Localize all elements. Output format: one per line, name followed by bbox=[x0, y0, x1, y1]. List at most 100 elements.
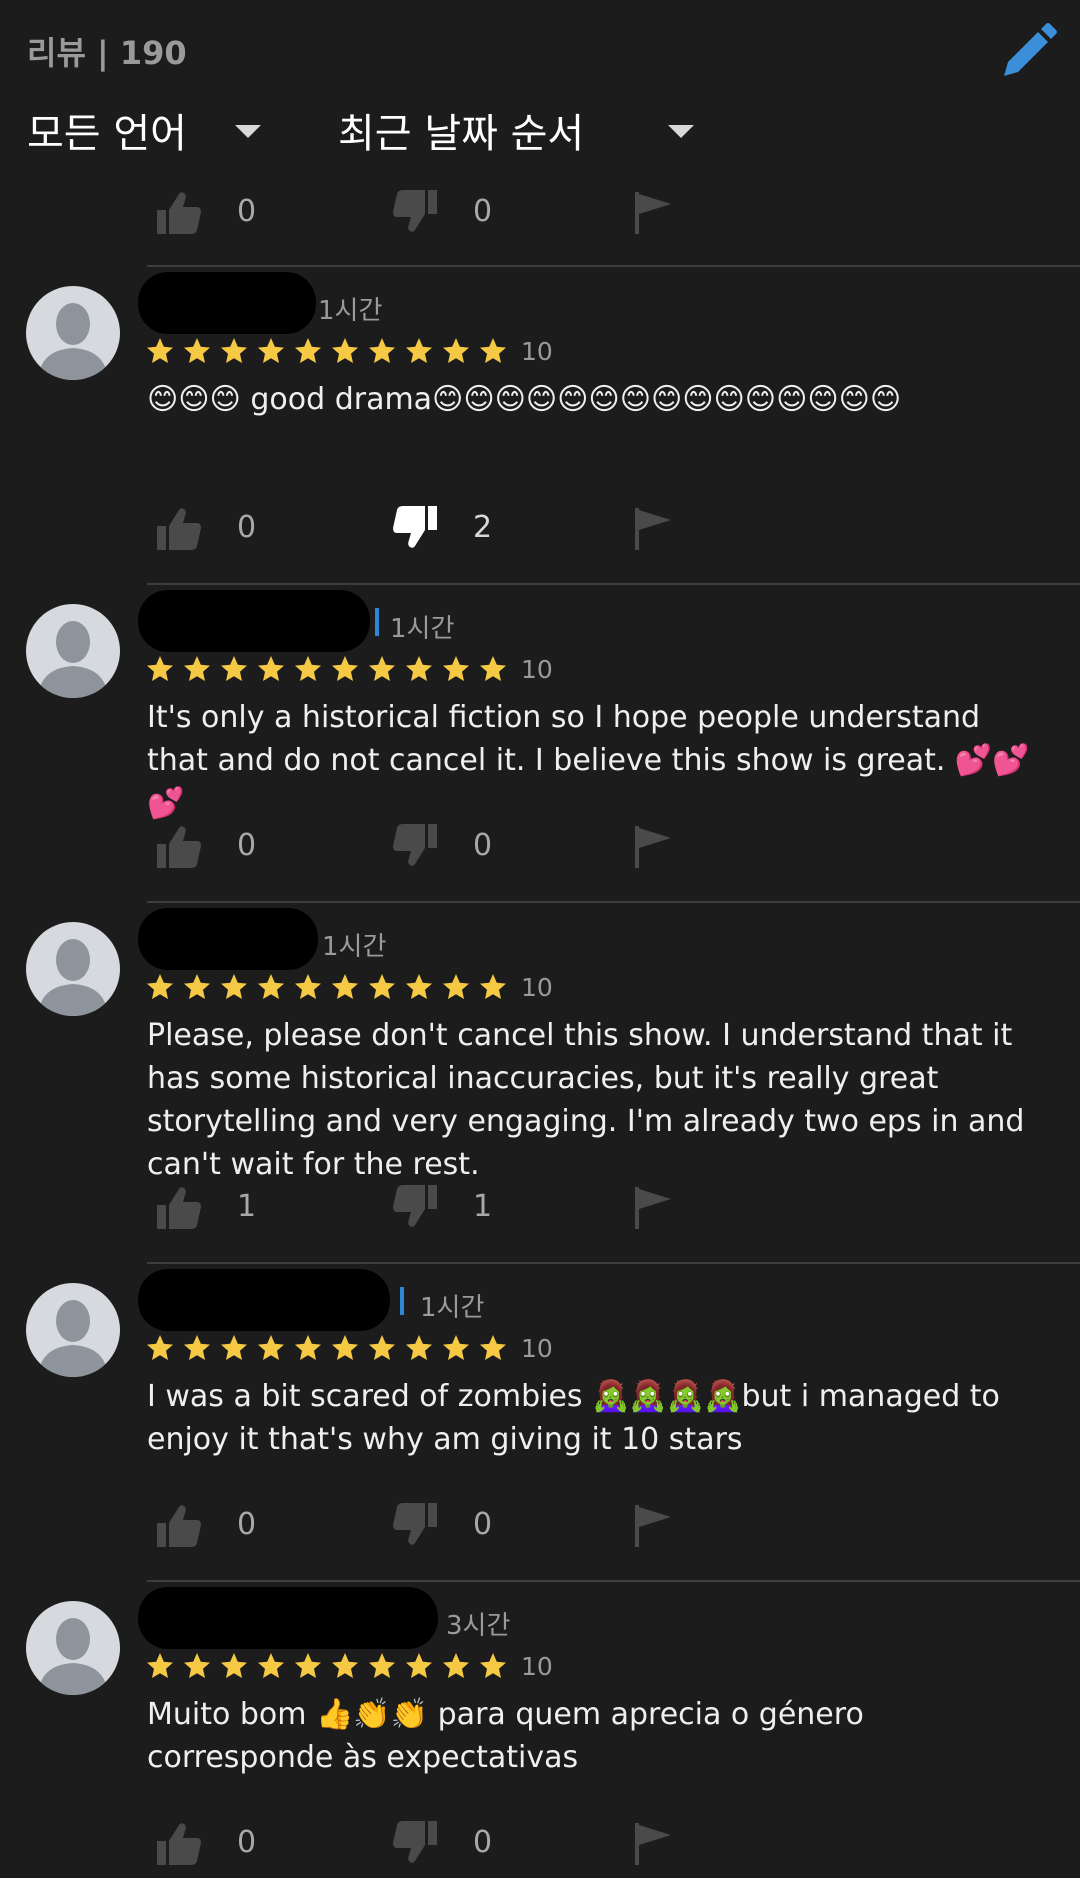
flag-icon bbox=[635, 192, 671, 234]
star-icon bbox=[221, 1335, 247, 1360]
review-actions: 0 0 bbox=[155, 182, 755, 242]
star-icon bbox=[332, 974, 358, 999]
username-accent bbox=[400, 1287, 404, 1315]
report-button[interactable] bbox=[631, 1495, 679, 1555]
like-button[interactable]: 0 bbox=[155, 1813, 256, 1873]
star-icon bbox=[332, 338, 358, 363]
dislike-button[interactable]: 0 bbox=[391, 816, 492, 876]
like-count: 1 bbox=[237, 1189, 257, 1224]
user-silhouette-icon bbox=[38, 939, 108, 1016]
like-button[interactable]: 0 bbox=[155, 816, 256, 876]
like-count: 0 bbox=[237, 1825, 257, 1860]
star-icon bbox=[332, 1335, 358, 1360]
star-icon bbox=[295, 338, 321, 363]
report-button[interactable] bbox=[631, 1813, 679, 1873]
star-icon bbox=[369, 1335, 395, 1360]
star-icon bbox=[221, 656, 247, 681]
review-divider bbox=[147, 1580, 1080, 1582]
star-icon bbox=[369, 974, 395, 999]
thumbs-up-icon bbox=[157, 508, 201, 550]
avatar[interactable] bbox=[26, 922, 120, 1016]
star-rating: 10 bbox=[145, 1331, 553, 1365]
star-icon bbox=[480, 656, 506, 681]
thumbs-down-icon bbox=[393, 190, 437, 232]
star-icon bbox=[480, 1335, 506, 1360]
like-button[interactable]: 0 bbox=[155, 498, 256, 558]
report-button[interactable] bbox=[631, 182, 679, 242]
like-count: 0 bbox=[237, 828, 257, 863]
report-button[interactable] bbox=[631, 1177, 679, 1237]
star-icon bbox=[443, 1335, 469, 1360]
star-icon bbox=[184, 1335, 210, 1360]
dislike-button[interactable]: 0 bbox=[391, 1495, 492, 1555]
like-button[interactable]: 0 bbox=[155, 1495, 256, 1555]
report-button[interactable] bbox=[631, 816, 679, 876]
review-time: 1시간 bbox=[420, 1293, 485, 1323]
star-icon bbox=[147, 1653, 173, 1678]
dislike-count: 0 bbox=[473, 1507, 493, 1542]
thumbs-up-icon bbox=[157, 826, 201, 868]
language-filter-dropdown[interactable]: 모든 언어 bbox=[27, 100, 267, 160]
flag-icon bbox=[635, 1187, 671, 1229]
like-button[interactable]: 0 bbox=[155, 182, 256, 242]
star-icon bbox=[147, 1335, 173, 1360]
review-text: Muito bom 👍👏👏 para quem aprecia o género… bbox=[147, 1697, 864, 1775]
avatar[interactable] bbox=[26, 1283, 120, 1377]
star-icon bbox=[443, 656, 469, 681]
dislike-count: 0 bbox=[473, 828, 493, 863]
like-count: 0 bbox=[237, 510, 257, 545]
thumbs-down-icon bbox=[393, 1821, 437, 1863]
dislike-count: 0 bbox=[473, 1825, 493, 1860]
like-count: 0 bbox=[237, 194, 257, 229]
review-actions: 0 0 bbox=[155, 816, 755, 876]
flag-icon bbox=[635, 1505, 671, 1547]
star-icon bbox=[332, 656, 358, 681]
username-accent bbox=[375, 608, 379, 636]
avatar[interactable] bbox=[26, 1601, 120, 1695]
star-icon bbox=[221, 974, 247, 999]
avatar[interactable] bbox=[26, 286, 120, 380]
thumbs-down-icon bbox=[393, 1503, 437, 1545]
star-icon bbox=[295, 656, 321, 681]
star-icon bbox=[295, 974, 321, 999]
dislike-button[interactable]: 2 bbox=[391, 498, 492, 558]
review-divider bbox=[147, 583, 1080, 585]
star-icon bbox=[480, 338, 506, 363]
redacted-username bbox=[138, 1269, 390, 1331]
report-button[interactable] bbox=[631, 498, 679, 558]
user-silhouette-icon bbox=[38, 1618, 108, 1695]
thumbs-down-icon bbox=[393, 824, 437, 866]
star-rating: 10 bbox=[145, 1649, 553, 1683]
star-icon bbox=[443, 1653, 469, 1678]
review-actions: 0 2 bbox=[155, 498, 755, 558]
thumbs-up-icon bbox=[157, 1187, 201, 1229]
dislike-button[interactable]: 0 bbox=[391, 182, 492, 242]
star-icon bbox=[147, 338, 173, 363]
sort-order-label: 최근 날짜 순서 bbox=[338, 111, 585, 157]
review-actions: 1 1 bbox=[155, 1177, 755, 1237]
star-icon bbox=[443, 974, 469, 999]
avatar[interactable] bbox=[26, 604, 120, 698]
star-icon bbox=[184, 974, 210, 999]
rating-score: 10 bbox=[521, 1333, 553, 1363]
chevron-down-icon bbox=[235, 125, 261, 138]
like-button[interactable]: 1 bbox=[155, 1177, 256, 1237]
sort-order-dropdown[interactable]: 최근 날짜 순서 bbox=[338, 100, 698, 160]
star-icon bbox=[184, 1653, 210, 1678]
write-review-button[interactable] bbox=[996, 22, 1058, 84]
review-time: 3시간 bbox=[446, 1611, 511, 1641]
flag-icon bbox=[635, 1823, 671, 1865]
dislike-button[interactable]: 1 bbox=[391, 1177, 492, 1237]
dislike-button[interactable]: 0 bbox=[391, 1813, 492, 1873]
rating-score: 10 bbox=[521, 972, 553, 1002]
review-time: 1시간 bbox=[390, 614, 455, 644]
star-rating: 10 bbox=[145, 334, 553, 368]
thumbs-up-icon bbox=[157, 1505, 201, 1547]
dislike-count: 1 bbox=[473, 1189, 493, 1224]
star-icon bbox=[406, 1653, 432, 1678]
star-icon bbox=[184, 338, 210, 363]
star-icon bbox=[406, 338, 432, 363]
flag-icon bbox=[635, 826, 671, 868]
star-icon bbox=[258, 338, 284, 363]
user-silhouette-icon bbox=[38, 1300, 108, 1377]
